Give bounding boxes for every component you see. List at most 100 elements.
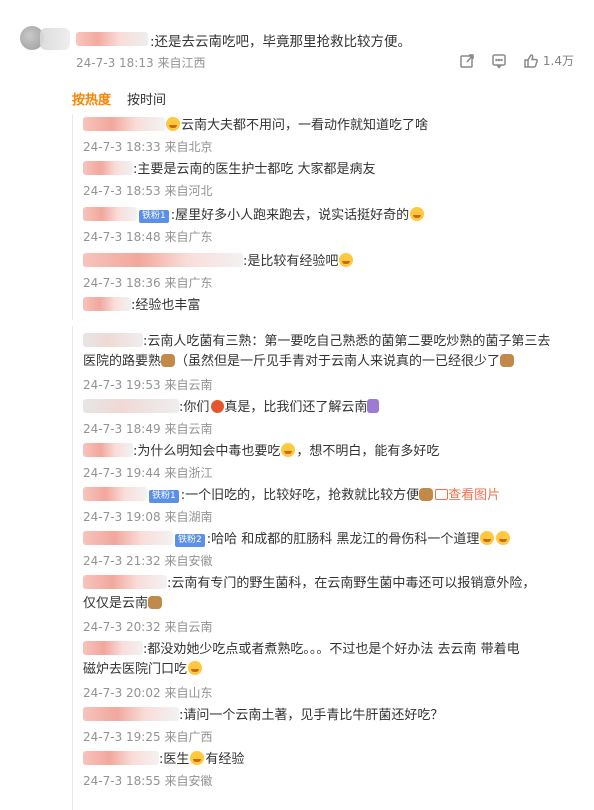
username-redaction[interactable] <box>83 575 167 589</box>
reply-text-cont: ，想不明白，能有多好吃 <box>296 444 440 459</box>
username-redaction[interactable] <box>83 253 243 267</box>
reply-location: 来自云南 <box>164 620 213 634</box>
reply-location: 来自安徽 <box>164 554 213 568</box>
username-redaction[interactable] <box>83 297 131 311</box>
reply-text: :经验也丰富 <box>131 298 201 313</box>
reply-text: 云南大夫都不用问，一看动作就知道吃了啥 <box>181 118 429 133</box>
comment-icon <box>492 53 506 69</box>
reply-time: 24-7-3 19:44 <box>83 466 161 480</box>
laugh-icon <box>480 531 495 545</box>
reply-location: 来自河北 <box>164 184 213 198</box>
dog-icon <box>419 488 434 501</box>
username-redaction[interactable] <box>83 207 137 221</box>
list-item: :请问一个云南土著，见手青比牛肝菌还好吃？ 24-7-3 19:25 来自广西 <box>83 706 578 744</box>
username-redaction[interactable] <box>83 443 133 457</box>
comment-location: 来自江西 <box>157 56 206 70</box>
username-redaction[interactable] <box>83 641 143 655</box>
fan-badge: 铁粉2 <box>175 534 205 547</box>
reply-text: :医生 <box>159 752 190 767</box>
dog-icon <box>161 354 176 367</box>
list-item: 云南大夫都不用问，一看动作就知道吃了啥 24-7-3 18:33 来自北京 <box>83 116 578 154</box>
username-redaction[interactable] <box>83 751 159 765</box>
reply-time: 24-7-3 18:33 <box>83 140 161 154</box>
laugh-icon <box>188 661 203 675</box>
top-comment: :还是去云南吃吧，毕竟那里抢救比较方便。 24-7-3 18:13 来自江西 1… <box>0 0 594 82</box>
username-redaction[interactable] <box>83 487 147 501</box>
reply-location: 来自浙江 <box>164 466 213 480</box>
reply-text-cont: 有经验 <box>205 752 245 767</box>
list-item: :医生 有经验 24-7-3 18:55 来自安徽 <box>83 750 578 788</box>
reply-time: 24-7-3 19:53 <box>83 378 161 392</box>
reply-text: :都没劝她少吃点或者煮熟吃。。。不过也是个好办法 去云南 带着电 <box>143 642 520 657</box>
list-item: :云南有专门的野生菌科，在云南野生菌中毒还可以报销意外险， 仅仅是云南 24-7-… <box>83 574 578 634</box>
reply-location: 来自广东 <box>164 230 213 244</box>
reply-time: 24-7-3 18:55 <box>83 774 161 788</box>
like-button[interactable]: 1.4万 <box>523 52 574 69</box>
reply-time: 24-7-3 18:53 <box>83 184 161 198</box>
reply-text: :请问一个云南土著，见手青比牛肝菌还好吃？ <box>179 708 444 723</box>
comment-actions: 1.4万 <box>459 52 574 69</box>
reply-time: 24-7-3 21:32 <box>83 554 161 568</box>
comment-button[interactable] <box>491 53 507 69</box>
reply-text: :哈哈 和成都的肛肠科 黑龙江的骨伤科一个道理 <box>206 532 480 547</box>
username-redaction[interactable] <box>83 333 143 347</box>
reply-text: :屋里好多小人跑来跑去，说实话挺好奇的 <box>170 208 410 223</box>
laugh-icon <box>496 531 511 545</box>
reply-thread-2: :云南人吃菌有三熟：第一要吃自己熟悉的菌第二要吃炒熟的菌子第三去医院的路要熟 （虽… <box>72 326 578 810</box>
laugh-icon <box>166 117 180 131</box>
image-icon[interactable] <box>435 489 449 500</box>
reply-text: :一个旧吃的，比较好吃，抢救就比较方便 <box>180 488 420 503</box>
list-item: :都没劝她少吃点或者煮熟吃。。。不过也是个好办法 去云南 带着电磁炉去医院门口吃… <box>83 640 578 700</box>
fan-badge: 铁粉1 <box>139 210 169 223</box>
username-redaction[interactable] <box>76 32 148 46</box>
reply-time: 24-7-3 18:36 <box>83 276 161 290</box>
reply-location: 来自北京 <box>164 140 213 154</box>
list-item: :你们 真是，比我们还了解云南 24-7-3 18:49 来自云南 <box>83 398 578 436</box>
reply-text-cont: （虽然但是一斤见手青对于云南人来说真的一已经很少了 <box>175 354 501 369</box>
reply-text-cont: 仅仅是云南 <box>83 596 149 611</box>
fan-badge: 铁粉1 <box>149 490 179 503</box>
reply-time: 24-7-3 18:49 <box>83 422 161 436</box>
tab-time[interactable]: 按时间 <box>127 89 166 108</box>
like-count: 1.4万 <box>542 54 574 68</box>
username-redaction[interactable] <box>83 117 165 131</box>
reply-location: 来自云南 <box>164 378 213 392</box>
reply-time: 24-7-3 20:32 <box>83 620 161 634</box>
reply-location: 来自云南 <box>164 422 213 436</box>
dog-icon <box>500 354 515 367</box>
reply-time: 24-7-3 20:02 <box>83 686 161 700</box>
reply-text: :你们 <box>179 400 210 415</box>
laugh-icon <box>190 751 205 765</box>
red-badge-icon <box>211 400 225 413</box>
list-item: 铁粉1:一个旧吃的，比较好吃，抢救就比较方便 查看图片 24-7-3 19:08 … <box>83 486 578 524</box>
username-redaction[interactable] <box>83 531 173 545</box>
laugh-icon <box>281 443 296 457</box>
reply-text: :云南有专门的野生菌科，在云南野生菌中毒还可以报销意外险， <box>167 576 536 591</box>
comment-time: 24-7-3 18:13 <box>76 56 154 70</box>
reply-text-cont: 磁炉去医院门口吃 <box>83 662 188 677</box>
list-item: :是比较有经验吧 24-7-3 18:36 来自广东 <box>83 252 578 290</box>
reply-location: 来自湖南 <box>164 510 213 524</box>
comment-text: :还是去云南吃吧，毕竟那里抢救比较方便。 <box>150 34 412 50</box>
dog-icon <box>148 596 163 609</box>
reply-time: 24-7-3 18:48 <box>83 230 161 244</box>
username-redaction[interactable] <box>83 161 133 175</box>
tab-hot[interactable]: 按热度 <box>72 89 111 108</box>
reply-thread-1: 云南大夫都不用问，一看动作就知道吃了啥 24-7-3 18:33 来自北京 :主… <box>72 114 578 320</box>
reply-text: :为什么明知会中毒也要吃 <box>133 444 281 459</box>
list-item: :为什么明知会中毒也要吃 ，想不明白，能有多好吃 24-7-3 19:44 来自浙… <box>83 442 578 480</box>
username-redaction[interactable] <box>83 707 179 721</box>
username-redaction[interactable] <box>83 399 179 413</box>
laugh-icon <box>410 207 425 221</box>
reply-location: 来自安徽 <box>164 774 213 788</box>
avatar-redaction <box>40 28 70 50</box>
view-image-link[interactable]: 查看图片 <box>448 488 500 503</box>
sort-tabs: 按热度 按时间 <box>72 89 166 108</box>
reply-time: 24-7-3 19:08 <box>83 510 161 524</box>
list-item: :云南人吃菌有三熟：第一要吃自己熟悉的菌第二要吃炒熟的菌子第三去医院的路要熟 （虽… <box>83 332 578 392</box>
comment-meta: 24-7-3 18:13 来自江西 <box>76 54 205 71</box>
reply-text-cont: 真是，比我们还了解云南 <box>224 400 368 415</box>
laugh-icon <box>339 253 354 267</box>
reply-text: :是比较有经验吧 <box>243 254 339 269</box>
share-button[interactable] <box>459 53 475 69</box>
